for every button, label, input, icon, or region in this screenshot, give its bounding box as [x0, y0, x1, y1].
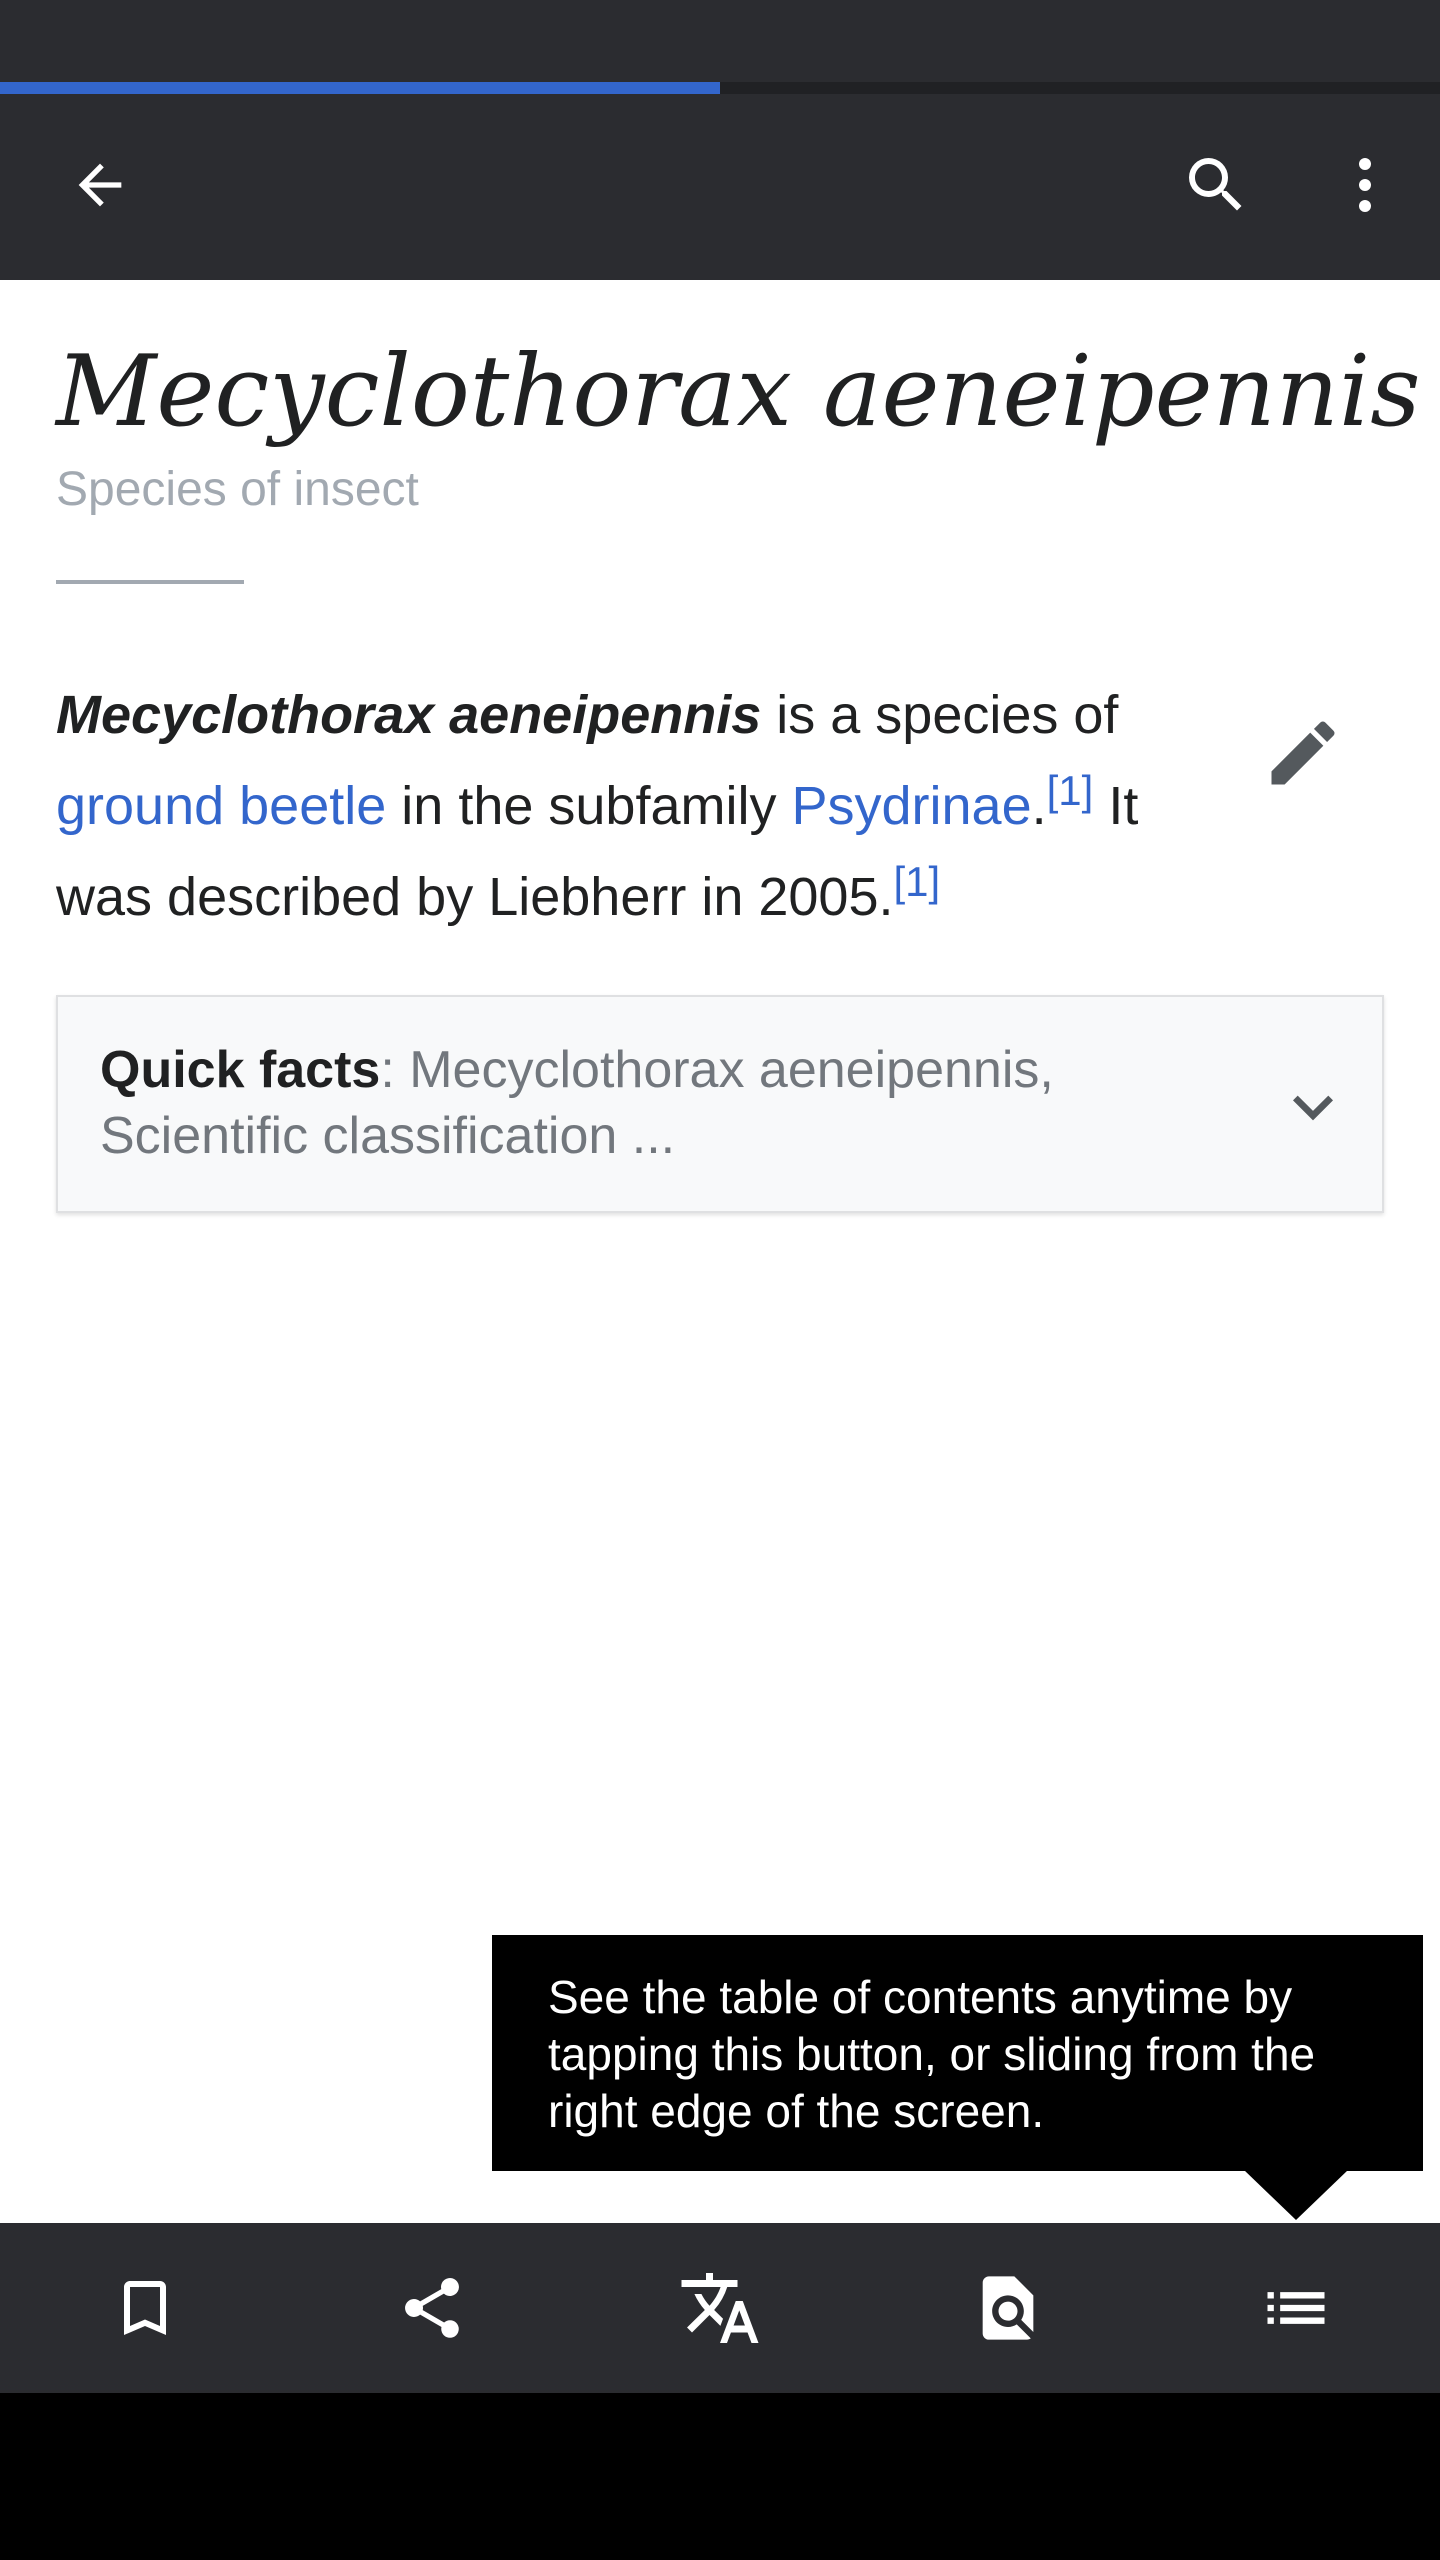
expand-button[interactable]: [1258, 1052, 1368, 1162]
find-in-page-icon: [982, 2276, 1034, 2340]
lead-text: .: [1031, 776, 1047, 836]
table-of-contents-button[interactable]: [1226, 2240, 1366, 2376]
quick-facts-collapsible[interactable]: Quick facts: Mecyclothorax aeneipennis, …: [56, 995, 1384, 1213]
more-vertical-icon: [1359, 158, 1371, 212]
arrow-back-icon: [78, 163, 122, 207]
bookmark-icon: [124, 2281, 166, 2335]
toc-tooltip[interactable]: See the table of contents anytime by tap…: [492, 1935, 1423, 2171]
status-bar: [0, 0, 1440, 82]
table-of-contents-icon: [1267, 2292, 1325, 2324]
search-icon: [1189, 158, 1242, 211]
search-button[interactable]: [1156, 125, 1276, 245]
page-description: Species of insect: [56, 463, 419, 516]
pencil-edit-icon: [1271, 720, 1335, 784]
system-navigation-bar: [0, 2393, 1440, 2560]
share-button[interactable]: [362, 2240, 502, 2376]
share-icon: [405, 2278, 459, 2338]
quick-facts-summary: Quick facts: Mecyclothorax aeneipennis, …: [100, 1037, 1200, 1169]
bookmark-button[interactable]: [75, 2240, 215, 2376]
lead-text: is a species of: [761, 685, 1119, 745]
title-divider: [56, 580, 244, 584]
lead-text: in the subfamily: [386, 776, 792, 836]
language-button[interactable]: [650, 2240, 790, 2376]
lead-bold-name: Mecyclothorax aeneipennis: [56, 685, 762, 745]
page-title: Mecyclothorax aeneipennis: [56, 335, 1421, 449]
lead-paragraph: Mecyclothorax aeneipennis is a species o…: [56, 670, 1196, 943]
tooltip-pointer: [1244, 2170, 1348, 2220]
quick-facts-label: Quick facts: [100, 1041, 381, 1099]
link-ground-beetle[interactable]: ground beetle: [56, 776, 386, 836]
back-button[interactable]: [40, 125, 160, 245]
chevron-down-icon: [1293, 1095, 1333, 1121]
reference-link[interactable]: [1]: [894, 858, 941, 905]
reference-link[interactable]: [1]: [1047, 767, 1094, 814]
find-in-page-button[interactable]: [938, 2240, 1078, 2376]
link-psydrinae[interactable]: Psydrinae: [791, 776, 1031, 836]
edit-section-button[interactable]: [1240, 690, 1365, 815]
more-options-button[interactable]: [1305, 125, 1425, 245]
translate-icon: [681, 2273, 759, 2343]
page-progress-bar: [0, 82, 720, 94]
tooltip-text: See the table of contents anytime by tap…: [548, 1971, 1316, 2137]
